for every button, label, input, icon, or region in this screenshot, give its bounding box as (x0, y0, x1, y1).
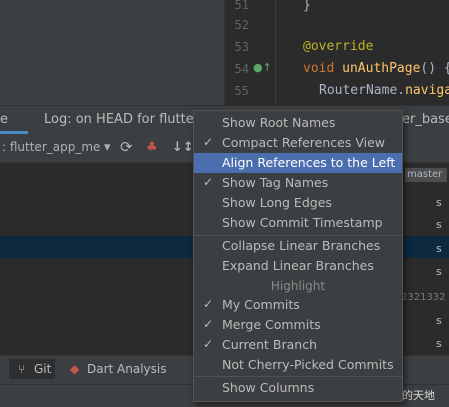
override-gutter-icon[interactable]: ●↑ (253, 61, 272, 74)
menu-item-label: Show Long Edges (222, 195, 332, 210)
menu-section-highlight: Highlight (270, 279, 326, 293)
fold-guide (275, 0, 276, 105)
commit-author-cell: s (436, 314, 442, 327)
tab-git-log[interactable]: Log: on HEAD for flutter_b (44, 112, 214, 127)
menu-item-align-references-left[interactable]: Align References to the Left (194, 153, 402, 173)
check-icon: ✓ (203, 337, 214, 351)
menu-item-label: Compact References View (222, 135, 385, 150)
check-icon: ✓ (203, 317, 214, 331)
menu-item-label: Merge Commits (222, 317, 321, 332)
dart-analysis-icon: ◆ (70, 362, 80, 376)
menu-item-label: Expand Linear Branches (222, 258, 374, 273)
menu-item-label: Show Root Names (222, 115, 336, 130)
menu-item-show-tag-names[interactable]: ✓ Show Tag Names (194, 173, 402, 193)
menu-item-merge-commits[interactable]: ✓ Merge Commits (194, 315, 402, 335)
menu-item-show-commit-timestamp[interactable]: Show Commit Timestamp (194, 213, 402, 233)
commit-author-cell: s (436, 196, 442, 209)
check-icon: ✓ (203, 175, 214, 189)
code-line-54: 54 ●↑ void unAuthPage() { (225, 61, 449, 84)
menu-item-label: Not Cherry-Picked Commits (222, 357, 394, 372)
check-icon: ✓ (203, 297, 214, 311)
menu-item-show-root-names[interactable]: Show Root Names (194, 113, 402, 133)
dart-analysis-tab[interactable]: Dart Analysis (87, 362, 167, 376)
menu-item-label: Show Columns (222, 380, 315, 395)
repository-filter[interactable]: : flutter_app_me (2, 140, 100, 154)
menu-item-label: Show Tag Names (222, 175, 329, 190)
commit-author-cell: s (436, 265, 442, 278)
menu-item-expand-linear-branches[interactable]: Expand Linear Branches (194, 256, 402, 276)
commit-hash: 2321332 (401, 292, 446, 303)
menu-item-current-branch[interactable]: ✓ Current Branch (194, 335, 402, 355)
tab-previous[interactable]: e (0, 112, 8, 127)
view-options-menu: Show Root Names ✓ Compact References Vie… (193, 110, 403, 402)
code-text: void unAuthPage() { (303, 61, 449, 76)
line-number: 54 (234, 62, 249, 76)
check-icon: ✓ (203, 135, 214, 149)
code-text: RouterName.naviga (319, 83, 449, 98)
menu-item-label: My Commits (222, 297, 300, 312)
tab-next[interactable]: er_base_ (402, 112, 449, 127)
code-line-52: 52 (225, 18, 273, 40)
menu-item-show-long-edges[interactable]: Show Long Edges (194, 193, 402, 213)
project-panel (0, 0, 224, 105)
dropdown-chevron-icon[interactable]: ▾ (104, 140, 111, 155)
menu-item-my-commits[interactable]: ✓ My Commits (194, 295, 402, 315)
menu-item-label: Collapse Linear Branches (222, 238, 381, 253)
menu-item-collapse-linear-branches[interactable]: Collapse Linear Branches (194, 236, 402, 256)
commit-author-cell: s (436, 218, 442, 231)
line-number: 51 (234, 0, 249, 12)
code-text: @override (303, 39, 374, 54)
menu-item-label: Current Branch (222, 337, 318, 352)
code-line-55: 55 (225, 84, 273, 106)
line-number: 53 (234, 40, 249, 54)
code-line-51: 51 } (225, 0, 311, 20)
code-line-53: 53 @override (225, 39, 374, 62)
menu-item-show-columns[interactable]: Show Columns (194, 378, 402, 398)
menu-item-label: Show Commit Timestamp (222, 215, 383, 230)
git-branch-icon: ⑂ (18, 362, 26, 376)
line-number: 52 (234, 18, 249, 32)
menu-item-not-cherry-picked-commits[interactable]: Not Cherry-Picked Commits (194, 355, 402, 375)
commit-author-cell: s (436, 337, 442, 350)
menu-item-label: Align References to the Left (222, 155, 396, 170)
menu-separator (194, 376, 402, 377)
line-number: 55 (234, 84, 249, 98)
code-text: } (303, 0, 311, 13)
branch-tag-master: master (405, 168, 447, 182)
commit-author-cell: s (436, 242, 442, 255)
git-tab-label[interactable]: Git (34, 362, 51, 376)
menu-item-compact-references-view[interactable]: ✓ Compact References View (194, 133, 402, 153)
code-editor[interactable]: 51 } 52 53 @override 54 ●↑ void unAuthPa… (224, 0, 449, 105)
cherry-pick-icon[interactable]: ♣ (146, 140, 158, 155)
sort-icon[interactable]: ↓↕ (172, 140, 194, 155)
refresh-icon[interactable]: ⟳ (120, 138, 133, 156)
